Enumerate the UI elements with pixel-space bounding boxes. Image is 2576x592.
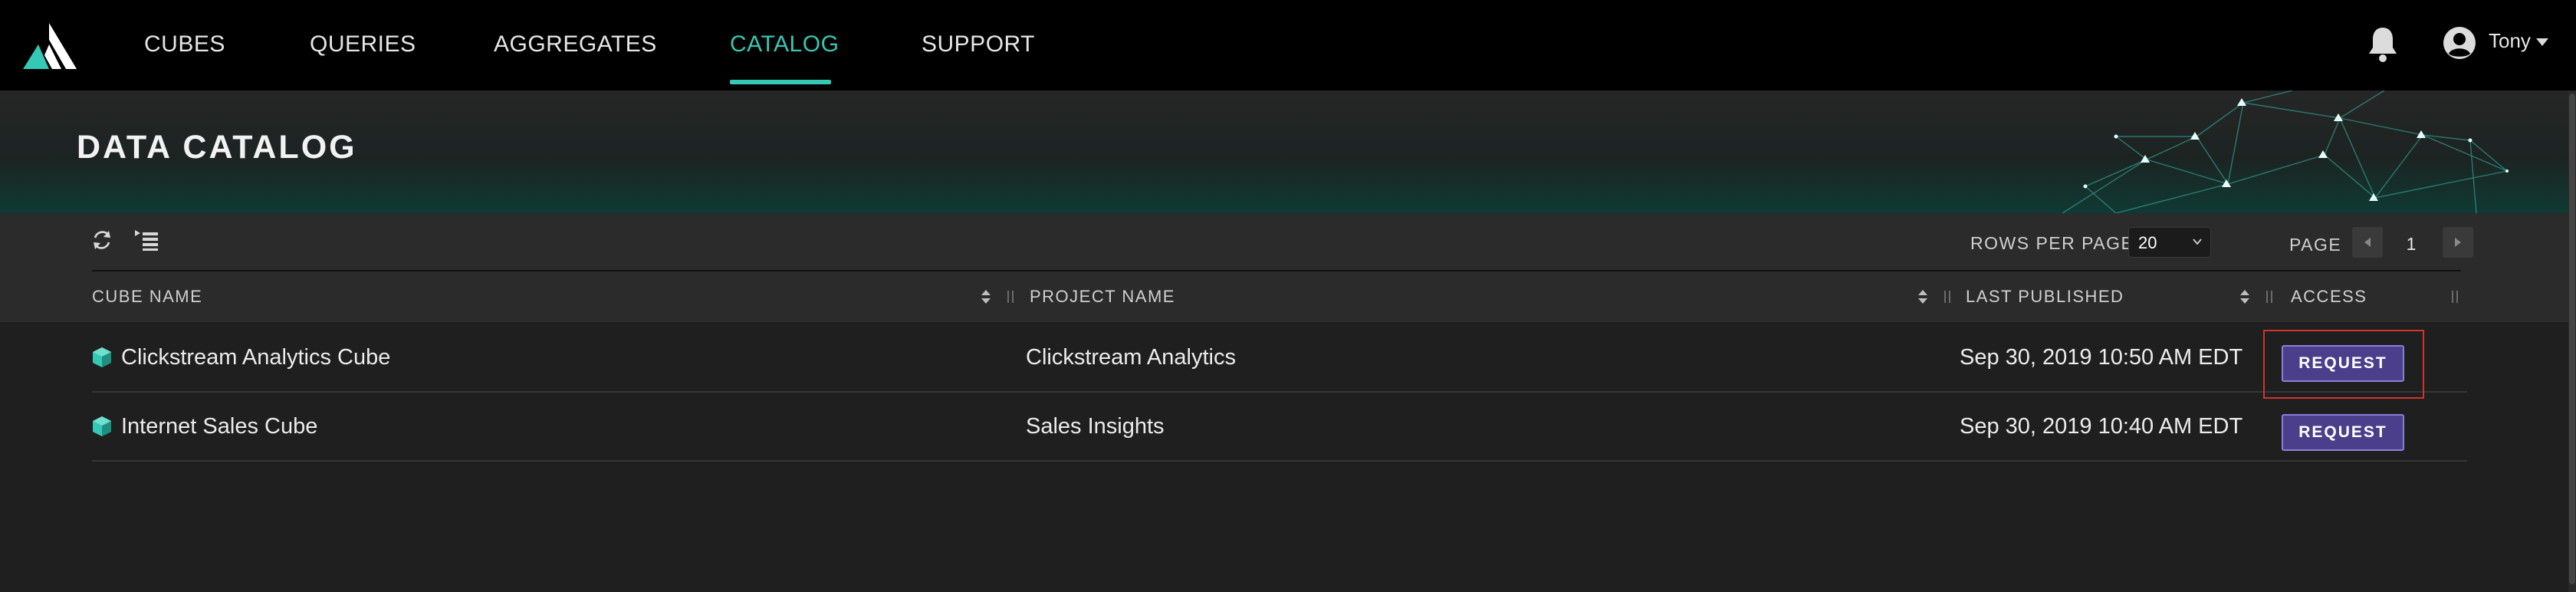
column-header-project-name[interactable]: PROJECT NAME (1030, 287, 1175, 307)
column-resize-handle[interactable] (1006, 290, 1015, 304)
user-avatar-icon[interactable] (2443, 26, 2476, 60)
logo-icon[interactable] (21, 21, 78, 71)
column-resize-handle[interactable] (2450, 290, 2459, 304)
project-name-cell: Clickstream Analytics (1026, 345, 1236, 370)
nav-support[interactable]: SUPPORT (922, 28, 1035, 61)
cube-icon (93, 416, 111, 436)
column-list-icon[interactable] (133, 229, 159, 252)
cube-name-cell[interactable]: Internet Sales Cube (121, 414, 317, 439)
chevron-down-icon (2193, 238, 2202, 245)
page-banner: DATA CATALOG (0, 90, 2568, 213)
column-header-cube-name[interactable]: CUBE NAME (92, 287, 202, 307)
rows-per-page-label: ROWS PER PAGE (1970, 233, 2134, 253)
request-access-button[interactable]: REQUEST (2282, 414, 2404, 451)
top-navigation-bar: CUBES QUERIES AGGREGATES CATALOG SUPPORT… (0, 0, 2576, 90)
vertical-scrollbar[interactable] (2568, 90, 2576, 592)
rows-per-page-value: 20 (2138, 233, 2157, 252)
column-header-last-published[interactable]: LAST PUBLISHED (1966, 287, 2124, 307)
sort-icon[interactable] (980, 287, 992, 307)
bell-icon[interactable] (2366, 25, 2400, 63)
table-row[interactable]: Clickstream Analytics Cube Clickstream A… (92, 322, 2467, 399)
scrollbar-thumb[interactable] (2569, 94, 2575, 584)
page-label: PAGE (2289, 235, 2342, 255)
last-published-cell: Sep 30, 2019 10:50 AM EDT (1960, 345, 2243, 370)
request-access-button[interactable]: REQUEST (2282, 345, 2404, 382)
chevron-right-icon (2455, 238, 2461, 247)
cube-name-cell[interactable]: Clickstream Analytics Cube (121, 345, 390, 370)
nav-catalog[interactable]: CATALOG (730, 28, 839, 61)
nav-queries[interactable]: QUERIES (310, 28, 416, 61)
user-name[interactable]: Tony (2489, 29, 2531, 53)
column-header-access[interactable]: ACCESS (2291, 287, 2367, 307)
toolbar-divider (92, 270, 2461, 271)
next-page-button[interactable] (2443, 227, 2473, 258)
cube-icon (93, 347, 111, 367)
previous-page-button[interactable] (2352, 227, 2383, 258)
rows-per-page-select[interactable]: 20 (2128, 227, 2211, 258)
caret-down-icon[interactable] (2535, 37, 2550, 48)
sort-icon[interactable] (1917, 287, 1929, 307)
table-toolbar: ROWS PER PAGE 20 PAGE 1 CUBE NAME PROJEC… (0, 213, 2568, 322)
page-title: DATA CATALOG (77, 129, 357, 166)
table-row[interactable]: Internet Sales Cube Sales Insights Sep 3… (92, 391, 2467, 462)
current-page-number: 1 (2406, 234, 2417, 254)
nav-cubes[interactable]: CUBES (144, 28, 225, 61)
last-published-cell: Sep 30, 2019 10:40 AM EDT (1960, 414, 2243, 439)
sort-icon[interactable] (2239, 287, 2251, 307)
chevron-left-icon (2364, 238, 2371, 247)
nav-aggregates[interactable]: AGGREGATES (494, 28, 657, 61)
column-resize-handle[interactable] (2265, 290, 2274, 304)
project-name-cell: Sales Insights (1026, 414, 1165, 439)
active-nav-indicator (730, 80, 831, 84)
network-decoration (2062, 90, 2509, 213)
refresh-icon[interactable] (90, 229, 113, 252)
column-resize-handle[interactable] (1943, 290, 1952, 304)
